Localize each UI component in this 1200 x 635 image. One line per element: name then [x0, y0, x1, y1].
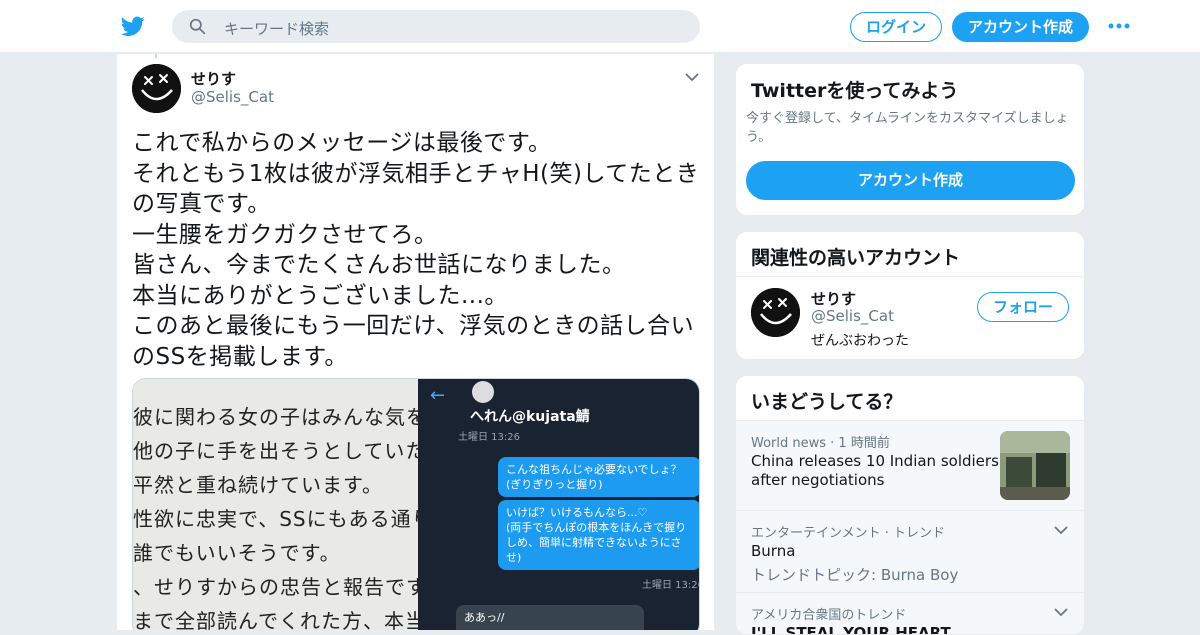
chat-time: 土曜日 13:26: [642, 580, 700, 591]
avatar[interactable]: [132, 64, 181, 113]
chat-date: 土曜日 13:26: [458, 432, 520, 443]
related-name[interactable]: せりす: [811, 288, 856, 309]
follow-button[interactable]: フォロー: [977, 292, 1069, 322]
chat-bubble-line: (ぎりぎりっと握り): [506, 478, 603, 491]
tweet-author-handle[interactable]: @Selis_Cat: [191, 88, 274, 106]
chat-bubble-line: ああっ//: [464, 611, 505, 624]
signup-button[interactable]: アカウント作成: [952, 12, 1089, 42]
tweet-text: これで私からのメッセージは最後です。 それともう1枚は彼が浮気相手とチャH(笑)…: [132, 128, 702, 372]
search-icon: [189, 18, 206, 35]
tweet-author-name[interactable]: せりす: [191, 68, 236, 89]
twitter-bird-icon[interactable]: [120, 14, 146, 38]
related-accounts-title: 関連性の高いアカウント: [751, 247, 961, 269]
tweet-line: それともう1枚は彼が浮気相手とチャH(笑)してたとき: [132, 160, 700, 187]
chat-bubble: こんな祖ちんじゃ必要ないでしょ？ (ぎりぎりっと握り): [498, 457, 699, 497]
chat-bubble-line: (両手でちんぽの根本をほんきで握り: [506, 521, 687, 534]
search-box[interactable]: キーワード検索: [172, 10, 700, 43]
trend-sub: トレンドトピック: Burna Boy: [751, 566, 959, 584]
chat-bubble-line: しめ、簡単に射精できないようにさ: [506, 536, 682, 549]
tweet-line: これで私からのメッセージは最後です。: [132, 130, 552, 156]
chat-bubble-line: こんな祖ちんじゃ必要ないでしょ？: [506, 463, 682, 476]
media-text-line: 平然と重ね続けています。: [133, 473, 383, 497]
tweet-line: 皆さん、今までたくさんお世話になりました。: [132, 252, 626, 278]
create-account-button[interactable]: アカウント作成: [746, 161, 1075, 200]
media-image-left[interactable]: 彼に関わる女の子はみんな気を 他の子に手を出そうとしていた 平然と重ね続けていま…: [133, 379, 418, 630]
news-photo-icon: [1000, 431, 1070, 500]
media-text-line: 性欲に忠実で、SSにもある通り: [133, 507, 418, 531]
media-image-right[interactable]: ← へれん@kujata鯖 土曜日 13:26 こんな祖ちんじゃ必要ないでしょ？…: [418, 379, 700, 630]
trends-title: いまどうしてる？: [751, 391, 903, 413]
tweet-card: せりす @Selis_Cat これで私からのメッセージは最後です。 それともう1…: [116, 54, 715, 630]
chat-bubble: いけば？いけるもんなら...♡ (両手でちんぽの根本をほんきで握り しめ、簡単に…: [498, 500, 699, 570]
smiley-avatar-icon: [751, 288, 800, 337]
related-handle[interactable]: @Selis_Cat: [811, 307, 894, 325]
chevron-down-icon[interactable]: [1054, 608, 1068, 617]
trend-meta: World news · 1 時間前: [751, 436, 890, 451]
related-accounts-card: 関連性の高いアカウント せりす @Selis_Cat ぜんぶおわった フォロー: [735, 231, 1085, 360]
login-button[interactable]: ログイン: [850, 12, 942, 42]
related-avatar[interactable]: [751, 288, 800, 337]
trend-headline: China releases 10 Indian soldiers: [751, 452, 999, 470]
trend-name: Burna: [751, 542, 796, 560]
tweet-media[interactable]: 彼に関わる女の子はみんな気を 他の子に手を出そうとしていた 平然と重ね続けていま…: [132, 378, 700, 630]
tweet-line: の写真です。: [132, 191, 271, 217]
tweet-line: 本当にありがとうございました...。: [132, 282, 508, 309]
tweet-line: 一生腰をガクガクさせてろ。: [132, 221, 438, 248]
trends-card: いまどうしてる？ World news · 1 時間前 China releas…: [735, 375, 1085, 635]
signup-card: Twitterを使ってみよう 今すぐ登録して、タイムラインをカスタマイズしましょ…: [735, 63, 1085, 216]
trend-meta: エンターテインメント · トレンド: [751, 526, 946, 541]
media-text-line: 彼に関わる女の子はみんな気を: [133, 405, 418, 429]
media-text-line: 他の子に手を出そうとしていた: [133, 439, 418, 463]
search-input[interactable]: キーワード検索: [224, 18, 329, 39]
back-arrow-icon: ←: [430, 385, 446, 406]
chat-name: へれん@kujata鯖: [470, 409, 590, 425]
trend-item[interactable]: アメリカ合衆国のトレンド I'LL STEAL YOUR HEART: [736, 593, 1084, 634]
media-text-line: 、せりすからの忠告と報告です: [133, 575, 418, 599]
trend-item[interactable]: エンターテインメント · トレンド Burna トレンドトピック: Burna …: [736, 511, 1084, 593]
smiley-avatar-icon: [132, 64, 181, 113]
thread-line: [155, 54, 157, 58]
divider: [736, 276, 1084, 277]
top-bar: キーワード検索 ログイン アカウント作成: [0, 0, 1200, 53]
tweet-line: のSSを掲載します。: [132, 343, 348, 370]
trend-item[interactable]: World news · 1 時間前 China releases 10 Ind…: [736, 421, 1084, 511]
more-icon[interactable]: [1108, 22, 1130, 30]
chat-bubble-line: せ): [506, 551, 522, 564]
chevron-down-icon[interactable]: [685, 72, 699, 82]
signup-card-desc: 今すぐ登録して、タイムラインをカスタマイズしましょう。: [746, 111, 1069, 145]
trends-header: いまどうしてる？: [736, 376, 1084, 421]
media-text-line: 誰でもいいそうです。: [133, 541, 341, 565]
chat-bubble-line: いけば？いけるもんなら...♡: [506, 506, 648, 519]
chevron-down-icon[interactable]: [1054, 526, 1068, 535]
trend-headline: after negotiations: [751, 471, 885, 489]
trend-meta: アメリカ合衆国のトレンド: [751, 608, 907, 623]
related-bio: ぜんぶおわった: [811, 333, 909, 349]
trend-thumbnail: [1000, 431, 1070, 500]
chat-reply-bubble: ああっ//: [456, 605, 644, 630]
chat-avatar: [472, 381, 494, 403]
signup-card-title: Twitterを使ってみよう: [751, 80, 959, 102]
tweet-line: このあと最後にもう一回だけ、浮気のときの話し合い: [132, 313, 695, 339]
media-text-line: まで全部読んでくれた方、本当: [133, 609, 418, 630]
